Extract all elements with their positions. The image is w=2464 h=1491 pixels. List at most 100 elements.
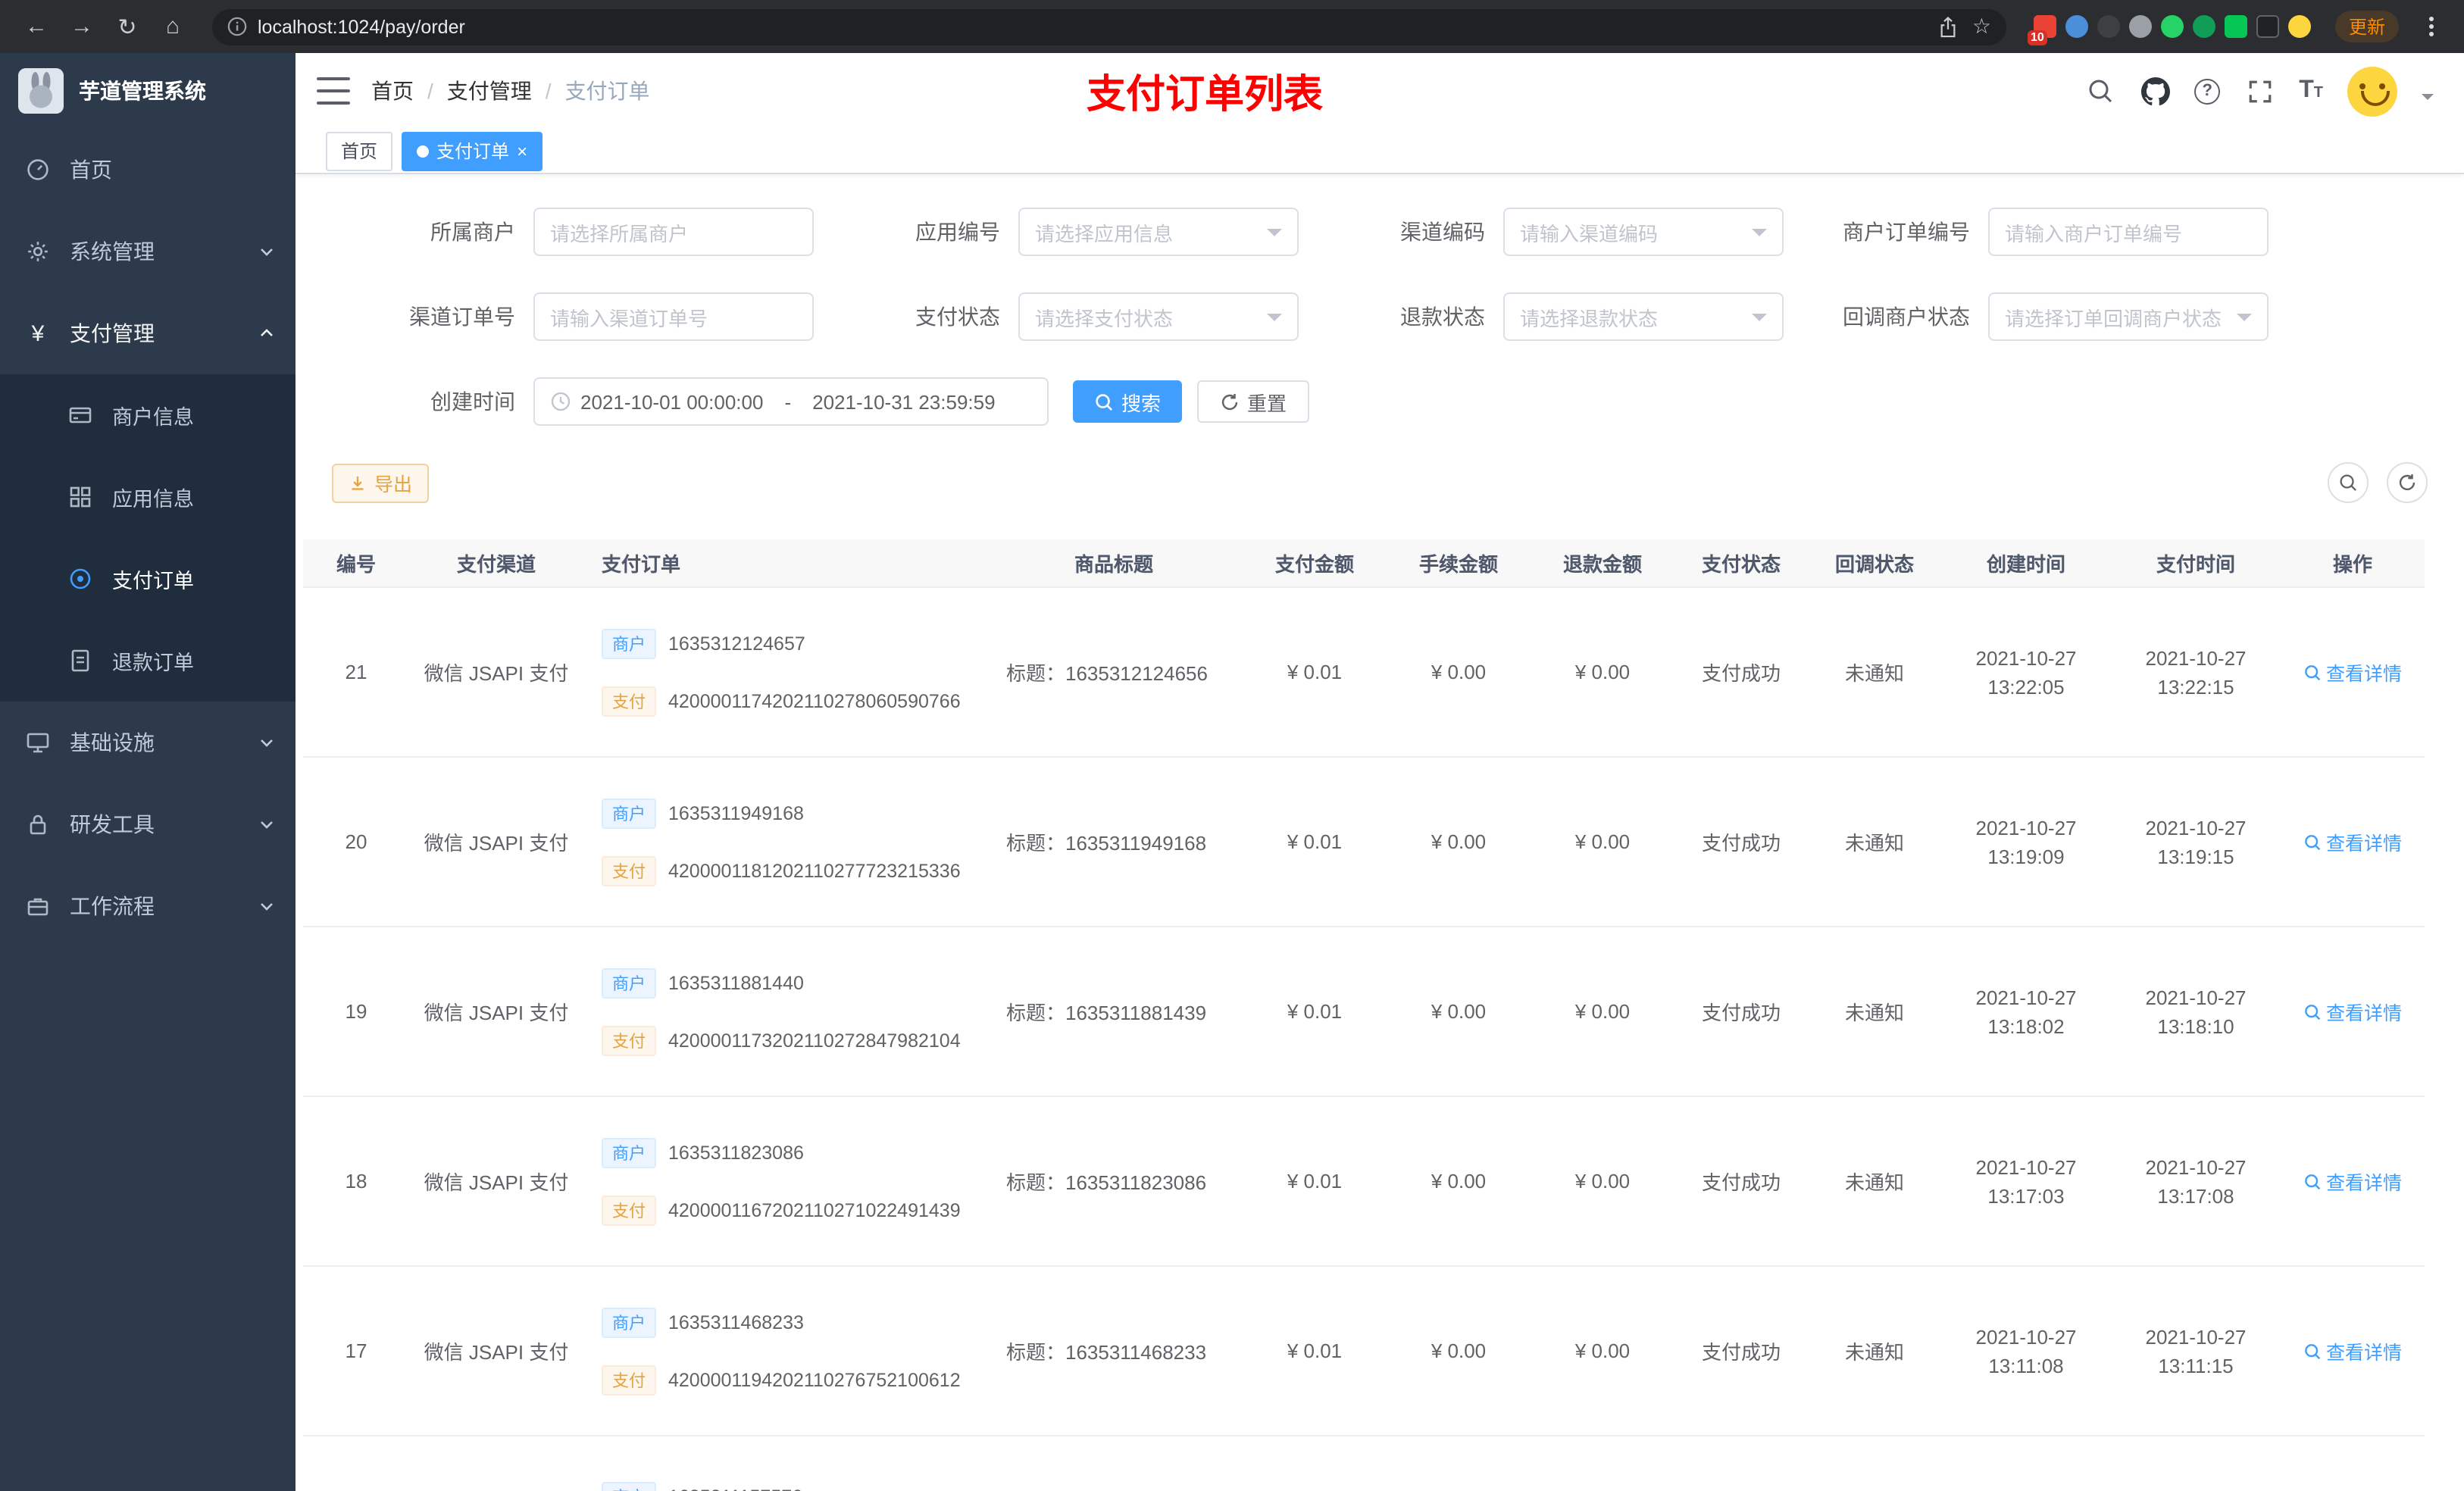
fullscreen-icon[interactable] [2244,76,2275,106]
app-select[interactable]: 请选择应用信息 [1018,208,1299,256]
cell-status: 支付成功 [1701,662,1781,685]
export-button[interactable]: 导出 [332,463,430,502]
sidebar-item-refund-order[interactable]: 退款订单 [0,620,295,702]
ext-gray-icon[interactable] [2128,15,2152,38]
github-icon[interactable] [2140,76,2170,106]
sidebar-item-infra[interactable]: 基础设施 [0,702,295,783]
sidebar-item-merchant-info[interactable]: 商户信息 [0,374,295,456]
sidebar-item-home[interactable]: 首页 [0,129,295,211]
cell-title: 标题：1635311881439 [1006,1002,1207,1024]
merchant-select[interactable]: 请选择所属商户 [533,208,814,256]
ext-check-icon[interactable] [2192,15,2215,38]
address-bar[interactable]: localhost:1024/pay/order ☆ [212,8,2006,45]
channel-code-select[interactable]: 请输入渠道编码 [1503,208,1784,256]
url-text[interactable]: localhost:1024/pay/order [258,16,1928,37]
chrome-update-button[interactable]: 更新 [2334,11,2399,42]
cell-title: 标题：1635312124656 [1006,662,1208,685]
view-detail-link[interactable]: 查看详情 [2303,997,2402,1026]
create-time-range-picker[interactable]: 2021-10-01 00:00:00 - 2021-10-31 23:59:5… [533,377,1049,426]
view-detail-link[interactable]: 查看详情 [2303,658,2402,686]
date-end-value[interactable]: 2021-10-31 23:59:59 [812,390,995,413]
cell-id: 20 [345,830,367,853]
sidebar-toggle-icon[interactable] [317,77,350,105]
search-button-label: 搜索 [1121,392,1162,414]
merchant-order-no-input[interactable]: 请输入商户订单编号 [1988,208,2269,256]
ext-red-icon[interactable]: 10 [2027,15,2056,45]
back-icon[interactable]: ← [18,8,55,45]
view-detail-link[interactable]: 查看详情 [2303,827,2402,856]
search-toggle-button[interactable] [2328,462,2369,503]
reset-button[interactable]: 重置 [1197,380,1310,423]
table-row: 17 微信 JSAPI 支付 商户 1635311468233 支付 42000… [303,1267,2425,1436]
table-row-partial: 商户 1635311157576 [303,1436,2425,1491]
main-area: 首页 / 支付管理 / 支付订单 支付订单列表 ? TT 首页 支付订单 × 所… [295,53,2464,1491]
cell-channel: 微信 JSAPI 支付 [424,1171,569,1194]
cell-channel: 微信 JSAPI 支付 [424,1002,569,1024]
column-header: 支付状态 [1701,553,1781,576]
ext-dark-icon[interactable] [2097,15,2120,38]
ext-emoji-icon[interactable] [2287,15,2311,38]
refresh-button[interactable] [2387,462,2428,503]
tab-pay-order[interactable]: 支付订单 × [402,131,543,170]
avatar-dropdown-caret-icon[interactable] [2422,94,2434,106]
pay-order-no: 4200001181202110277723215336 [668,860,961,881]
menu-label: 研发工具 [70,812,155,836]
view-detail-link[interactable]: 查看详情 [2303,1167,2402,1196]
paid-time: 13:22:15 [2157,675,2234,698]
tab-home[interactable]: 首页 [326,131,393,170]
filter-label: 支付状态 [915,305,1000,329]
sidebar-item-system[interactable]: 系统管理 [0,211,295,292]
site-info-icon[interactable] [227,17,247,36]
clock-icon [550,391,571,412]
font-size-icon[interactable]: TT [2299,78,2323,103]
chevron-down-icon [259,244,274,259]
cell-notify: 未通知 [1844,662,1904,685]
sidebar-item-pay-order[interactable]: 支付订单 [0,538,295,620]
sidebar-item-payment[interactable]: ¥ 支付管理 [0,292,295,374]
payment-submenu: 商户信息 应用信息 支付订单 退款订单 [0,374,295,702]
chevron-down-icon [1267,229,1282,244]
column-header: 创建时间 [1986,553,2065,576]
date-start-value[interactable]: 2021-10-01 00:00:00 [580,390,763,413]
sidebar-item-workflow[interactable]: 工作流程 [0,865,295,947]
menu-label: 系统管理 [70,239,155,264]
ext-pin-icon[interactable] [2256,15,2279,38]
notify-status-select[interactable]: 请选择订单回调商户状态 [1988,292,2269,341]
channel-order-no-input[interactable]: 请输入渠道订单号 [533,292,814,341]
export-button-label: 导出 [374,474,413,495]
sidebar-item-devtools[interactable]: 研发工具 [0,783,295,865]
merchant-tag: 商户 [602,628,656,658]
refund-status-select[interactable]: 请选择退款状态 [1503,292,1784,341]
bookmark-star-icon[interactable]: ☆ [1972,14,1991,39]
pay-status-select[interactable]: 请选择支付状态 [1018,292,1299,341]
search-icon[interactable] [2085,76,2115,106]
home-icon[interactable]: ⌂ [155,8,191,45]
sidebar-item-app-info[interactable]: 应用信息 [0,456,295,538]
cell-amount: ¥ 0.01 [1287,1170,1343,1192]
ext-chat-icon[interactable] [2224,15,2247,38]
browser-menu-icon[interactable] [2429,24,2434,29]
ext-blue-icon[interactable] [2065,15,2088,38]
search-button[interactable]: 搜索 [1073,380,1183,423]
pay-tag: 支付 [602,855,656,886]
cell-order: 商户 1635311949168 支付 42000011812021102777… [583,784,985,899]
share-icon[interactable] [1939,16,1959,37]
placeholder-text: 请选择应用信息 [1035,222,1174,245]
forward-icon[interactable]: → [64,8,100,45]
help-icon[interactable]: ? [2194,78,2221,104]
chevron-down-icon [259,735,274,750]
cell-paid: 2021-10-27 13:18:10 [2111,983,2281,1040]
cell-order: 商户 1635311881440 支付 42000011732021102728… [583,954,985,1069]
close-icon[interactable]: × [517,142,527,160]
ext-green-icon[interactable] [2160,15,2184,38]
user-avatar[interactable] [2347,66,2397,116]
column-header: 手续金额 [1418,553,1498,576]
column-header: 支付金额 [1274,553,1354,576]
cell-action: 查看详情 [2281,827,2425,856]
reload-icon[interactable]: ↻ [109,8,145,45]
view-detail-link[interactable]: 查看详情 [2303,1336,2402,1365]
cell-paid: 2021-10-27 13:22:15 [2111,643,2281,701]
cell-created: 2021-10-27 13:19:09 [1941,813,2111,871]
breadcrumb-payment[interactable]: 支付管理 [447,76,532,106]
breadcrumb-home[interactable]: 首页 [371,76,414,106]
